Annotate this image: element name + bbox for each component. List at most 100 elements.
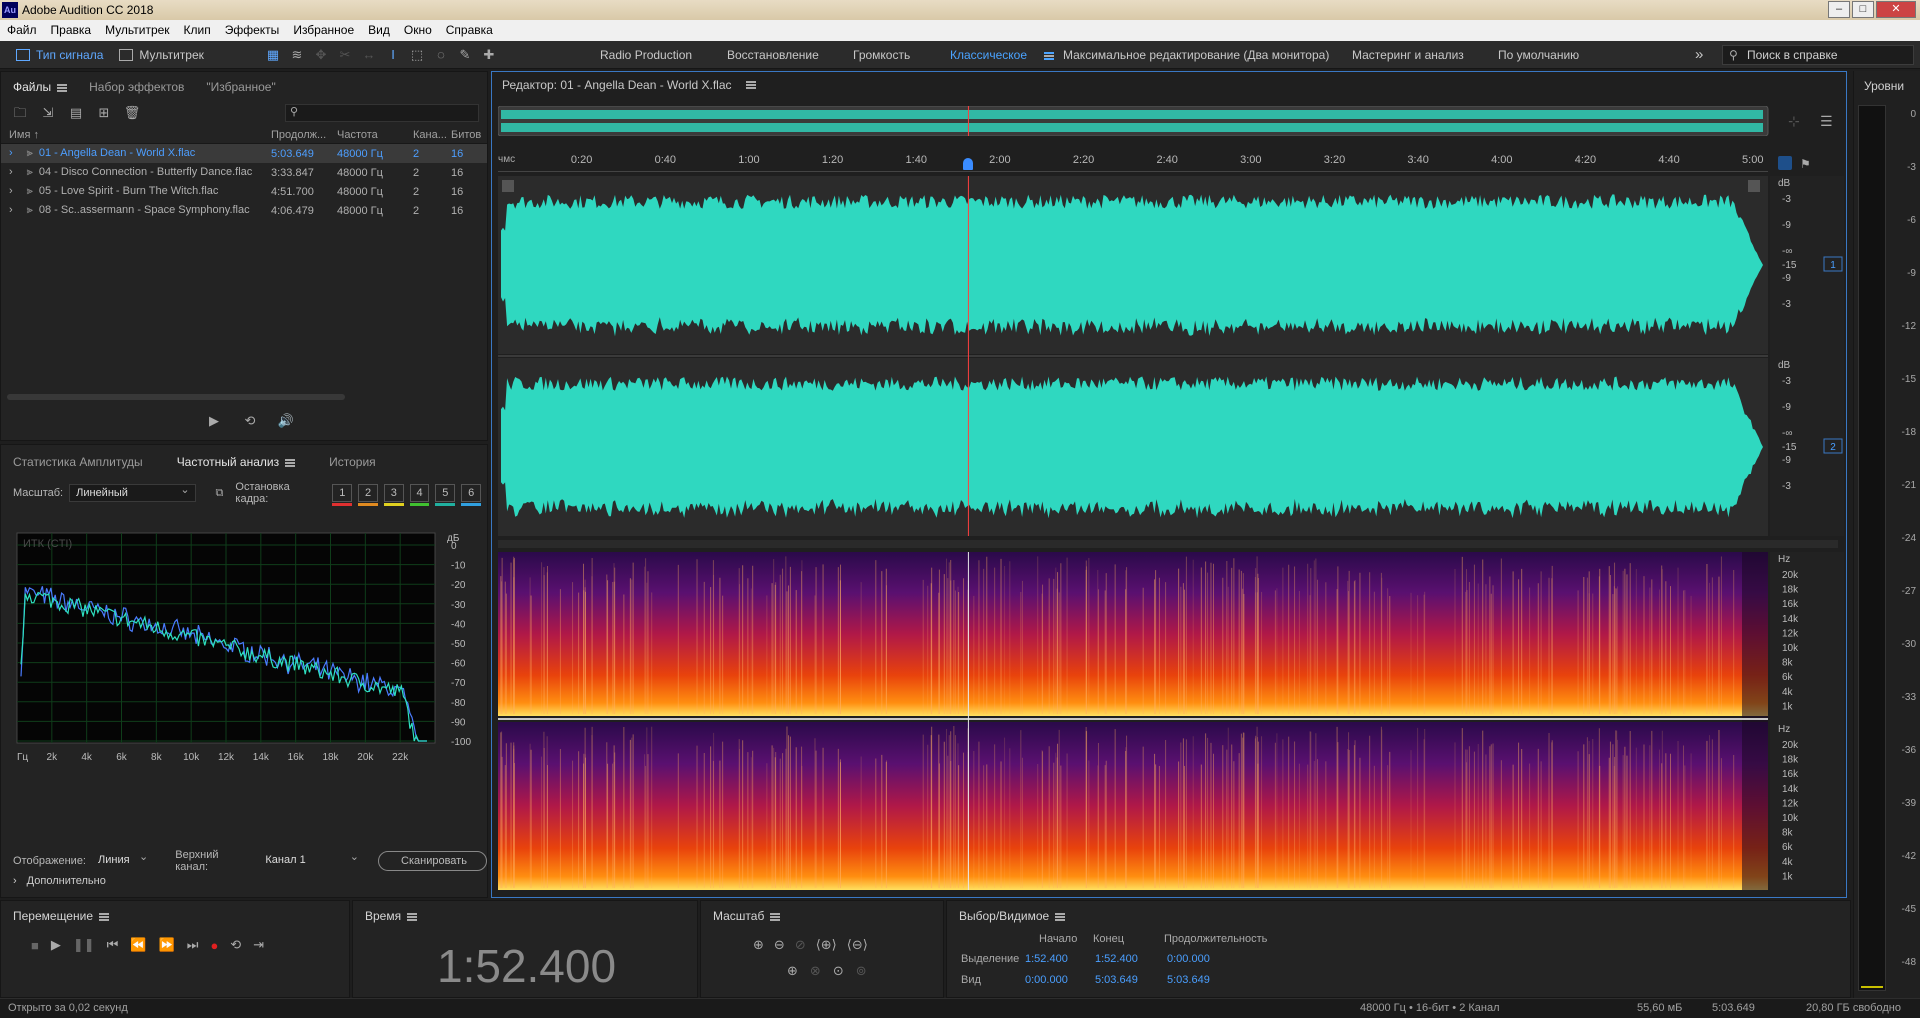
- freeze-slot-4[interactable]: 4: [409, 484, 430, 506]
- expand-icon[interactable]: ›: [9, 166, 13, 178]
- waveform-mode-button[interactable]: Тип сигнала: [8, 44, 111, 66]
- workspace-menu-icon[interactable]: [1044, 51, 1055, 60]
- zoom-out-time-icon[interactable]: ⟨⊖⟩: [847, 937, 868, 953]
- file-row[interactable]: › ⫸ 01 - Angella Dean - World X.flac 5:03.…: [1, 144, 487, 163]
- spot-healing-icon[interactable]: ✚: [480, 46, 498, 64]
- waveform-area[interactable]: dB-3-9-∞-15-9-3dB-3-9-∞-15-9-3 Hz20k18k1…: [498, 176, 1844, 892]
- zoom-to-selection-icon[interactable]: ⊹: [1788, 114, 1800, 130]
- go-to-start-icon[interactable]: ⏮: [107, 937, 119, 953]
- panel-menu-icon[interactable]: [57, 83, 68, 92]
- brush-tool-icon[interactable]: ✎: [456, 46, 474, 64]
- advanced-toggle[interactable]: › Дополнительно: [13, 875, 106, 887]
- expand-icon[interactable]: ›: [9, 204, 13, 216]
- view-duration-field[interactable]: 5:03.649: [1167, 974, 1210, 986]
- top-channel-dropdown[interactable]: Канал 1: [259, 849, 364, 870]
- loop-preview-icon[interactable]: ⟲: [241, 412, 259, 430]
- col-bits[interactable]: Битов: [451, 129, 481, 141]
- col-rate[interactable]: Частота: [337, 129, 413, 141]
- selection-end-field[interactable]: 1:52.400: [1095, 953, 1138, 965]
- expand-icon[interactable]: ›: [9, 185, 13, 197]
- menu-multitrack[interactable]: Мультитрек: [98, 20, 176, 41]
- pause-icon[interactable]: ❚❚: [73, 937, 95, 953]
- tab-files[interactable]: Файлы: [13, 80, 68, 94]
- slip-tool-icon[interactable]: ↔: [360, 46, 378, 64]
- display-dropdown[interactable]: Линия: [92, 849, 153, 870]
- file-row[interactable]: › ⫸ 08 - Sc..assermann - Space Symphony.fl…: [1, 201, 487, 220]
- zoom-in-full-icon[interactable]: ⊘: [795, 937, 806, 953]
- snap-icon[interactable]: [1778, 156, 1792, 170]
- record-icon[interactable]: ●: [210, 938, 218, 953]
- go-to-end-icon[interactable]: ⏭: [187, 937, 199, 953]
- open-folder-icon[interactable]: 🗀: [11, 104, 29, 122]
- menu-window[interactable]: Окно: [397, 20, 439, 41]
- menu-favorites[interactable]: Избранное: [286, 20, 361, 41]
- delete-icon[interactable]: 🗑: [123, 104, 141, 122]
- workspace-restoration[interactable]: Восстановление: [727, 41, 819, 69]
- col-channels[interactable]: Кана...: [413, 129, 451, 141]
- selection-start-field[interactable]: 1:52.400: [1025, 953, 1068, 965]
- spectral-frequency-icon[interactable]: ▦: [264, 46, 282, 64]
- splitter-bar[interactable]: [498, 540, 1838, 548]
- tab-favorites[interactable]: "Избранное": [206, 80, 275, 94]
- menu-effects[interactable]: Эффекты: [218, 20, 287, 41]
- overview-bar[interactable]: ⊹ ☰: [498, 106, 1842, 136]
- time-selection-tool-icon[interactable]: I: [384, 46, 402, 64]
- insert-multitrack-icon[interactable]: ⊞: [95, 104, 113, 122]
- import-file-icon[interactable]: ⇲: [39, 104, 57, 122]
- play-icon[interactable]: ▶: [51, 937, 61, 953]
- time-ruler[interactable]: чмс 0:20 0:40 1:00 1:20 1:40 2:00 2:20 2:40 3:00…: [498, 154, 1768, 172]
- menu-view[interactable]: Вид: [361, 20, 397, 41]
- play-preview-icon[interactable]: ▶: [205, 412, 223, 430]
- scale-dropdown[interactable]: Линейный: [69, 482, 196, 502]
- zoom-in-time-icon[interactable]: ⟨⊕⟩: [816, 937, 837, 953]
- maximize-button[interactable]: □: [1852, 1, 1874, 18]
- workspace-max-editing[interactable]: Максимальное редактирование (Два монитор…: [1063, 41, 1329, 69]
- panel-menu-icon[interactable]: [99, 912, 109, 921]
- menu-clip[interactable]: Клип: [177, 20, 218, 41]
- zoom-in-amplitude-icon[interactable]: ⊕: [753, 937, 764, 953]
- scan-button[interactable]: Сканировать: [378, 851, 487, 871]
- copy-icon[interactable]: ⧉: [216, 487, 224, 500]
- lasso-tool-icon[interactable]: ◌: [432, 46, 450, 64]
- zoom-out-amplitude-icon[interactable]: ⊖: [774, 937, 785, 953]
- view-start-field[interactable]: 0:00.000: [1025, 974, 1068, 986]
- workspace-loudness[interactable]: Громкость: [853, 41, 910, 69]
- help-search-input[interactable]: ⚲ Поиск в справке: [1722, 45, 1914, 65]
- stop-icon[interactable]: ■: [31, 938, 39, 953]
- rewind-icon[interactable]: ⏪: [130, 937, 146, 953]
- freeze-slot-6[interactable]: 6: [461, 484, 482, 506]
- fast-forward-icon[interactable]: ⏩: [159, 937, 175, 953]
- panel-menu-icon[interactable]: [407, 912, 418, 921]
- workspace-classic[interactable]: Классическое: [950, 41, 1055, 69]
- file-row[interactable]: › ⫸ 04 - Disco Connection - Butterfly Danc…: [1, 163, 487, 182]
- playhead-handle[interactable]: [963, 158, 974, 170]
- panel-menu-icon[interactable]: [285, 458, 296, 467]
- razor-tool-icon[interactable]: ✂: [336, 46, 354, 64]
- panel-menu-icon[interactable]: [1055, 912, 1066, 921]
- workspace-radio-production[interactable]: Radio Production: [600, 41, 692, 69]
- tab-effects-rack[interactable]: Набор эффектов: [89, 80, 184, 94]
- move-tool-icon[interactable]: ✥: [312, 46, 330, 64]
- col-duration[interactable]: Продолж...: [271, 129, 337, 141]
- tab-frequency-analysis[interactable]: Частотный анализ: [177, 455, 296, 469]
- loop-icon[interactable]: ⟲: [230, 937, 241, 953]
- files-filter-input[interactable]: ⚲: [285, 104, 479, 122]
- freeze-slot-5[interactable]: 5: [435, 484, 456, 506]
- fade-in-handle[interactable]: [502, 180, 514, 192]
- zoom-out-full-icon[interactable]: ⊕: [787, 963, 798, 979]
- zoom-in-point-icon[interactable]: ⊙: [833, 963, 844, 979]
- freeze-slot-1[interactable]: 1: [332, 484, 353, 506]
- workspace-default[interactable]: По умолчанию: [1498, 41, 1579, 69]
- file-row[interactable]: › ⫸ 05 - Love Spirit - Burn The Witch.flac…: [1, 182, 487, 201]
- minimize-button[interactable]: –: [1828, 1, 1850, 18]
- autoplay-icon[interactable]: 🔊: [277, 412, 295, 430]
- fade-out-handle[interactable]: [1748, 180, 1760, 192]
- spectral-pitch-icon[interactable]: ≋: [288, 46, 306, 64]
- col-name[interactable]: Имя ↑: [1, 129, 271, 141]
- panel-menu-icon[interactable]: [770, 912, 781, 921]
- multitrack-mode-button[interactable]: Мультитрек: [111, 44, 211, 66]
- files-horizontal-scrollbar[interactable]: [7, 394, 345, 400]
- view-end-field[interactable]: 5:03.649: [1095, 974, 1138, 986]
- workspace-mastering[interactable]: Мастеринг и анализ: [1352, 41, 1464, 69]
- tab-history[interactable]: История: [329, 455, 376, 469]
